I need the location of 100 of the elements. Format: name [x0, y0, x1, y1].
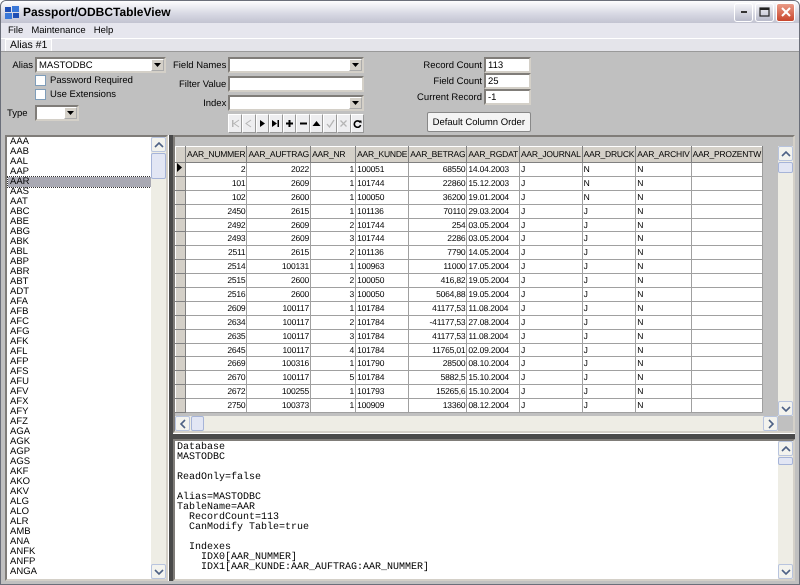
list-item[interactable]: AAR — [8, 177, 151, 187]
column-header[interactable]: AAR_AUFTRAG — [246, 146, 311, 162]
column-header[interactable]: AAR_DRUCK — [582, 146, 636, 162]
default-column-order-button[interactable]: Default Column Order — [426, 112, 531, 132]
list-item[interactable]: AGA — [8, 427, 151, 437]
minimize-button[interactable] — [734, 2, 753, 22]
menu-item[interactable]: Help — [90, 25, 118, 36]
record-count-field[interactable]: 113 — [484, 57, 531, 73]
table-cell: 41177,53 — [408, 301, 467, 316]
list-item[interactable]: ALO — [8, 507, 151, 517]
column-header[interactable]: AAR_PROZENTW — [691, 146, 763, 162]
list-item[interactable]: AFG — [8, 327, 151, 337]
column-header[interactable]: AAR_NUMMER — [186, 146, 247, 162]
checkbox[interactable] — [35, 89, 46, 100]
vertical-scrollbar[interactable] — [151, 137, 166, 579]
list-item[interactable]: AMB — [8, 527, 151, 537]
list-item[interactable]: AAP — [8, 167, 151, 177]
memo-line: CanModify Table=true — [188, 522, 310, 533]
vertical-scrollbar[interactable] — [778, 146, 793, 416]
list-item[interactable]: ANFP — [8, 557, 151, 567]
field-count-field[interactable]: 25 — [484, 73, 531, 89]
scroll-up-button[interactable] — [778, 146, 793, 161]
list-item[interactable]: AGK — [8, 437, 151, 447]
navigator-button[interactable] — [256, 114, 270, 133]
list-item[interactable]: ABT — [8, 277, 151, 287]
scroll-thumb[interactable] — [151, 153, 166, 179]
list-item[interactable]: AFZ — [8, 417, 151, 427]
list-item[interactable]: AKF — [8, 467, 151, 477]
list-item[interactable]: AFU — [8, 377, 151, 387]
type-dropdown[interactable] — [35, 105, 79, 121]
column-header[interactable]: AAR_ARCHIV — [636, 146, 692, 162]
list-item[interactable]: AFK — [8, 337, 151, 347]
list-item[interactable]: AFA — [8, 297, 151, 307]
alias-dropdown[interactable]: MASTODBC — [35, 57, 166, 73]
column-header[interactable]: AAR_JOURNAL — [519, 146, 582, 162]
list-item[interactable]: AFY — [8, 407, 151, 417]
scroll-thumb[interactable] — [778, 162, 793, 173]
index-dropdown[interactable] — [228, 95, 364, 111]
horizontal-scrollbar[interactable] — [175, 416, 778, 431]
list-item[interactable]: ABL — [8, 247, 151, 257]
list-item[interactable]: AFP — [8, 357, 151, 367]
column-header[interactable]: AAR_KUNDE — [356, 146, 409, 162]
navigator-button[interactable] — [350, 114, 364, 133]
menu-item[interactable]: File — [4, 25, 28, 36]
table-cell: 100117 — [246, 370, 311, 385]
field-names-dropdown[interactable] — [228, 57, 364, 73]
list-item[interactable]: AFL — [8, 347, 151, 357]
list-item[interactable]: ABG — [8, 227, 151, 237]
column-header[interactable]: AAR_RGDAT — [466, 146, 520, 162]
scroll-thumb[interactable] — [191, 416, 204, 431]
checkbox[interactable] — [35, 75, 46, 86]
table-cell: N — [582, 176, 636, 190]
menu-item[interactable]: Maintenance — [27, 25, 90, 36]
maximize-button[interactable] — [755, 2, 774, 22]
row-indicator[interactable] — [176, 162, 186, 176]
navigator-button[interactable] — [310, 114, 324, 133]
list-item[interactable]: AFX — [8, 397, 151, 407]
scroll-up-button[interactable] — [778, 441, 793, 456]
navigator-button[interactable] — [282, 114, 296, 133]
list-item[interactable]: AGS — [8, 457, 151, 467]
current-record-field[interactable]: -1 — [484, 89, 531, 105]
close-button[interactable] — [776, 2, 795, 22]
list-item[interactable]: AFV — [8, 387, 151, 397]
list-item[interactable]: ANGA — [8, 567, 151, 577]
filter-value-field[interactable] — [228, 76, 364, 92]
scroll-down-button[interactable] — [151, 564, 166, 579]
list-item[interactable]: AFB — [8, 307, 151, 317]
list-item[interactable]: ALG — [8, 497, 151, 507]
list-item[interactable]: ABK — [8, 237, 151, 247]
list-item[interactable]: AAB — [8, 147, 151, 157]
table-cell: 2492 — [186, 218, 247, 232]
column-header[interactable]: AAR_NR — [310, 146, 356, 162]
navigator-button[interactable] — [269, 114, 283, 133]
scroll-up-button[interactable] — [151, 137, 166, 152]
list-item[interactable]: ADT — [8, 287, 151, 297]
list-item[interactable]: AAS — [8, 187, 151, 197]
scroll-left-button[interactable] — [175, 416, 190, 431]
list-item[interactable]: ALR — [8, 517, 151, 527]
list-item[interactable]: AAA — [8, 137, 151, 147]
list-item[interactable]: AAL — [8, 157, 151, 167]
scroll-down-button[interactable] — [778, 401, 793, 416]
scroll-thumb[interactable] — [778, 457, 793, 465]
list-item[interactable]: ABE — [8, 217, 151, 227]
tab[interactable]: Alias #1 — [5, 39, 52, 51]
list-item[interactable]: AFS — [8, 367, 151, 377]
vertical-scrollbar[interactable] — [778, 441, 793, 579]
list-item[interactable]: ABC — [8, 207, 151, 217]
list-item[interactable]: ANA — [8, 537, 151, 547]
list-item[interactable]: AKO — [8, 477, 151, 487]
list-item[interactable]: AGP — [8, 447, 151, 457]
list-item[interactable]: ABP — [8, 257, 151, 267]
column-header[interactable]: AAR_BETRAG — [408, 146, 467, 162]
list-item[interactable]: ABR — [8, 267, 151, 277]
list-item[interactable]: AFC — [8, 317, 151, 327]
list-item[interactable]: AAT — [8, 197, 151, 207]
list-item[interactable]: ANFK — [8, 547, 151, 557]
scroll-right-button[interactable] — [763, 416, 778, 431]
list-item[interactable]: AKV — [8, 487, 151, 497]
scroll-down-button[interactable] — [778, 564, 793, 579]
navigator-button[interactable] — [296, 114, 310, 133]
